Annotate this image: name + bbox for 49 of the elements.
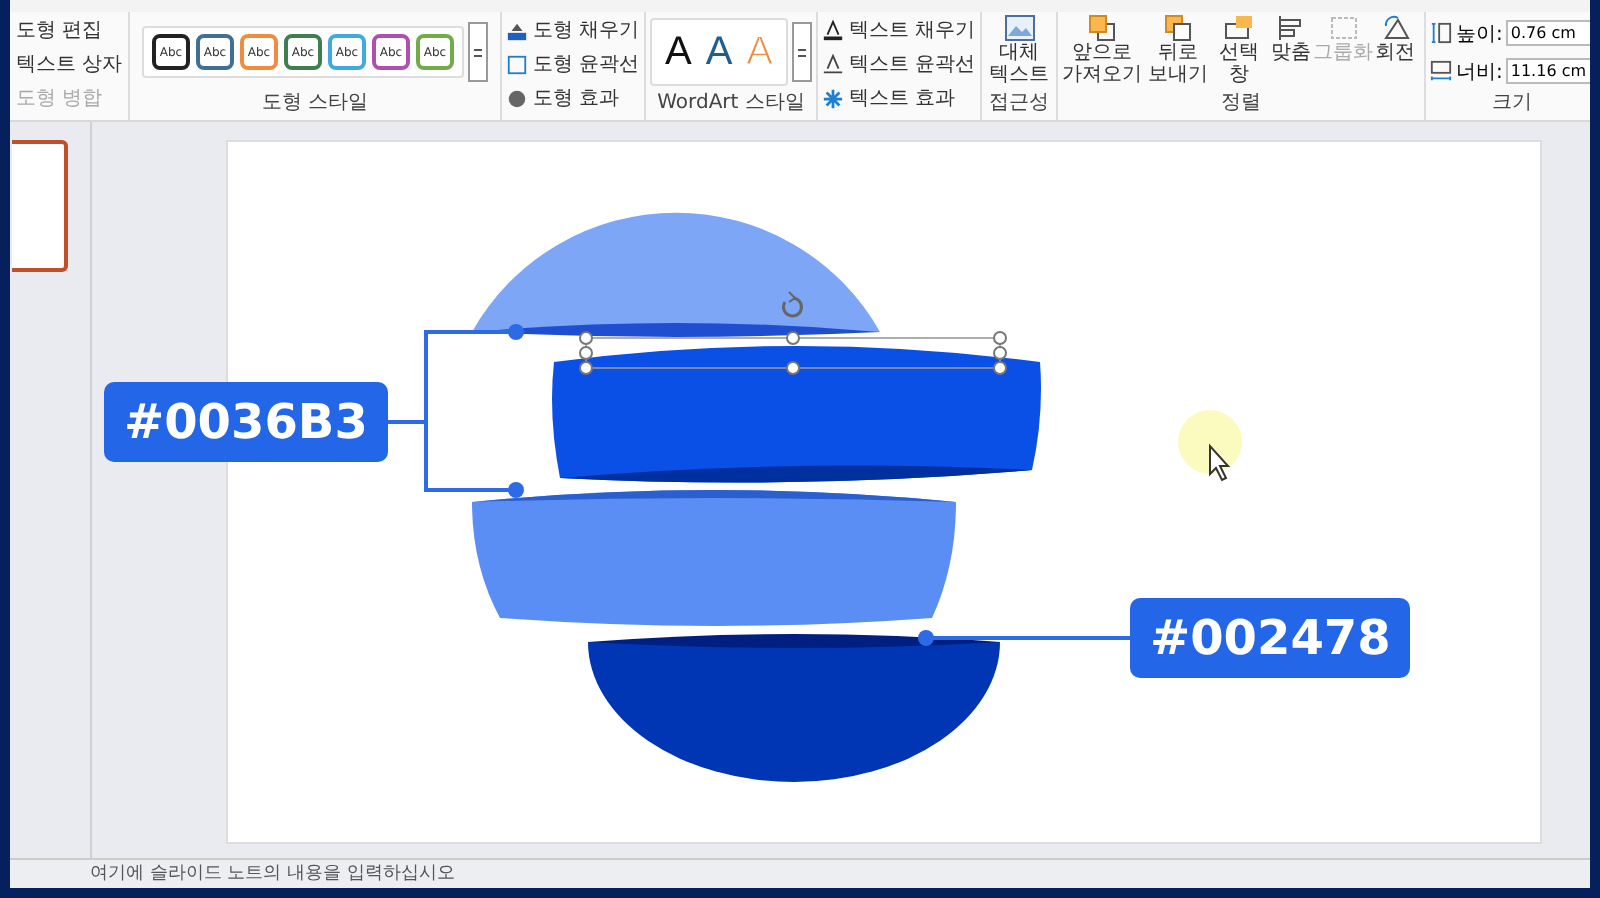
size-field[interactable]: 0.76 cm bbox=[1506, 20, 1590, 46]
group-title: 정렬 bbox=[1221, 90, 1261, 116]
color-code-label: #0036B3 bbox=[104, 382, 388, 462]
wordart-style[interactable]: A bbox=[701, 26, 737, 78]
ribbon-button[interactable]: 도형 윤곽선 bbox=[502, 53, 644, 77]
width-icon bbox=[1430, 60, 1452, 82]
ribbon-button[interactable]: 도형 채우기 bbox=[502, 19, 644, 43]
more-icon[interactable] bbox=[468, 22, 488, 82]
notes-field[interactable]: 여기에 슬라이드 노트의 내용을 입력하십시오 bbox=[90, 860, 690, 888]
forward-icon bbox=[1086, 14, 1118, 42]
rotate-icon bbox=[1379, 14, 1411, 42]
ribbon-button[interactable]: 도형 효과 bbox=[502, 87, 644, 111]
more-icon[interactable] bbox=[791, 22, 812, 82]
ribbon-button[interactable]: 텍스트 윤곽선 bbox=[818, 53, 980, 77]
pane-icon bbox=[1223, 14, 1255, 42]
effect-icon bbox=[506, 88, 529, 110]
text-effect-icon bbox=[822, 88, 845, 110]
arrange-button[interactable]: 선택 창 bbox=[1214, 14, 1264, 90]
slide-thumbnail[interactable] bbox=[12, 140, 68, 272]
group-icon bbox=[1327, 14, 1359, 42]
fill-icon bbox=[506, 20, 529, 42]
group-title: 크기 bbox=[1492, 90, 1533, 116]
arrange-button[interactable]: 회전 bbox=[1370, 14, 1420, 90]
group-title: WordArt 스타일 bbox=[657, 90, 805, 116]
wordart-style[interactable]: A bbox=[660, 26, 696, 78]
text-outline-icon bbox=[822, 54, 845, 76]
height-icon bbox=[1430, 22, 1452, 44]
group-title: 접근성 bbox=[989, 90, 1049, 116]
ribbon-button[interactable]: 텍스트 채우기 bbox=[818, 19, 980, 43]
align-icon bbox=[1275, 14, 1307, 42]
rotate-handle-icon[interactable] bbox=[782, 291, 803, 318]
cursor-icon bbox=[1209, 443, 1231, 482]
text-fill-icon bbox=[822, 20, 845, 42]
cursor-highlight bbox=[1178, 410, 1242, 474]
outline-icon bbox=[506, 54, 529, 76]
field-label: 높이: bbox=[1456, 21, 1503, 47]
ribbon-button[interactable]: 도형 편집 bbox=[11, 19, 127, 43]
ribbon-button[interactable]: 텍스트 상자 bbox=[11, 53, 127, 77]
arrange-button[interactable]: 앞으로 가져오기 bbox=[1062, 14, 1142, 90]
alt-text-button[interactable]: 대체 텍스트 bbox=[985, 14, 1053, 90]
arrange-button[interactable]: 뒤로 보내기 bbox=[1144, 14, 1212, 90]
color-code-label: #002478 bbox=[1130, 598, 1411, 678]
arrange-button[interactable]: 맞춤 bbox=[1266, 14, 1316, 90]
group-title: 도형 스타일 bbox=[261, 90, 369, 116]
field-label: 너비: bbox=[1456, 59, 1503, 85]
selection-box[interactable] bbox=[579, 331, 1007, 375]
sphere-slice[interactable] bbox=[552, 346, 1041, 483]
size-field[interactable]: 11.16 cm bbox=[1506, 58, 1590, 84]
ribbon-button[interactable]: 텍스트 효과 bbox=[818, 87, 980, 111]
